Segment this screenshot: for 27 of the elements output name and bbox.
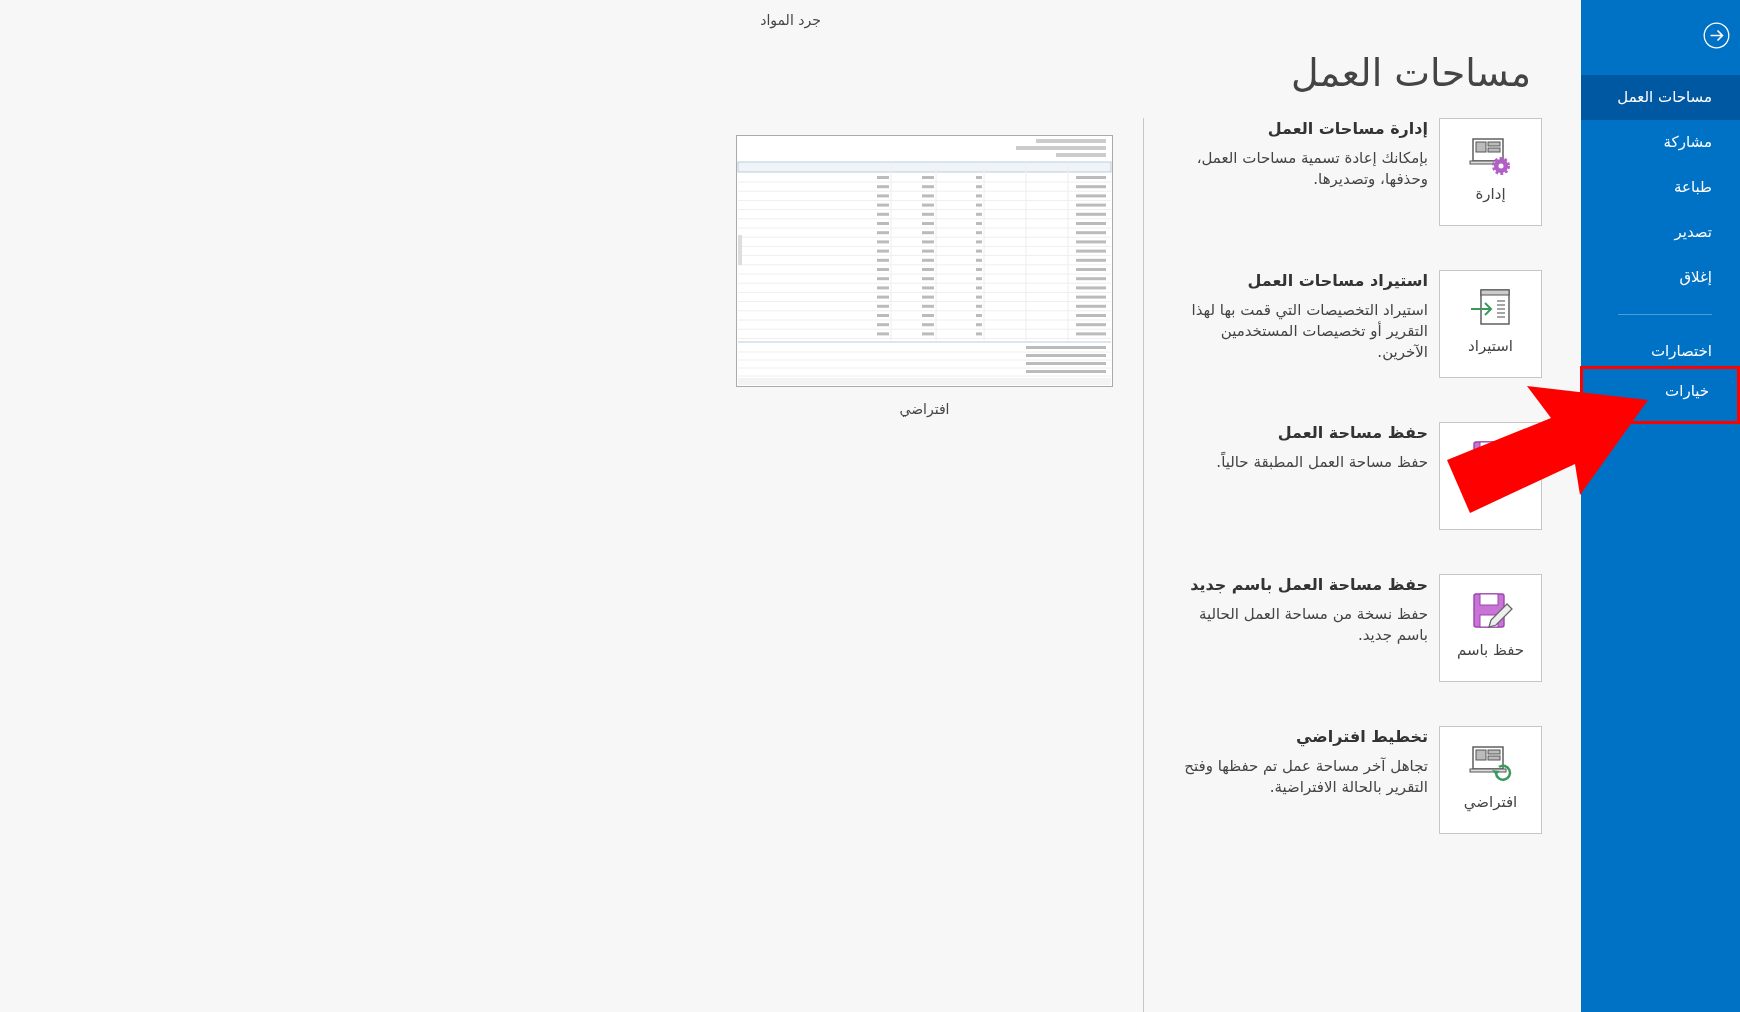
action-title: تخطيط افتراضي [1295,726,1428,748]
back-button[interactable] [1703,22,1730,49]
action-description: حفظ نسخة من مساحة العمل الحالية باسم جديد. [1197,604,1428,646]
monitor-gear-icon [1468,135,1513,175]
document-import-icon [1468,287,1513,327]
back-icon [1703,22,1730,49]
action-description: بإمكانك إعادة تسمية مساحات العمل، وحذفها، وتصديرها. [1195,148,1428,190]
action-title: حفظ مساحة العمل باسم جديد [1189,574,1428,596]
sidebar-item[interactable]: تصدير [1672,210,1740,255]
action-title: استيراد مساحات العمل [1246,270,1428,292]
action-title: حفظ مساحة العمل [1276,422,1428,444]
sidebar-item[interactable]: إغلاق [1677,255,1740,300]
action-description: تجاهل آخر مساحة عمل تم حفظها وفتح التقرير بالحالة الافتراضية. [1183,756,1428,798]
page-title: مساحات العمل [1290,50,1531,97]
sidebar-item[interactable]: مشاركة [1661,120,1740,165]
sidebar-item[interactable]: مساحات العمل [1581,75,1740,120]
action-description: حفظ مساحة العمل المطبقة حالياً. [1215,452,1428,473]
action-description: استيراد التخصيصات التي قمت بها لهذا التقرير أو تخصيصات المستخدمين الآخرين. [1190,300,1428,363]
monitor-reset-icon [1468,743,1513,783]
action-tile[interactable]: استيراد [1439,270,1542,378]
preview-caption: افتراضي [899,400,950,419]
document-title: جرد المواد [760,11,821,31]
action-tile[interactable]: حفظ باسم [1439,574,1542,682]
action-tile[interactable]: افتراضي [1439,726,1542,834]
sidebar-item[interactable]: طباعة [1671,165,1740,210]
action-tile[interactable]: إدارة [1439,118,1542,226]
action-title: إدارة مساحات العمل [1266,118,1428,140]
